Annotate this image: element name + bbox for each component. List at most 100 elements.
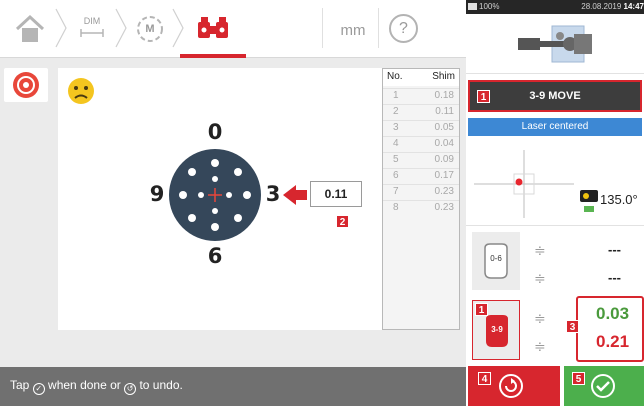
row-shim: 0.23 bbox=[434, 202, 454, 213]
row-shim: 0.09 bbox=[434, 154, 454, 165]
target-view-button[interactable] bbox=[4, 68, 48, 102]
vertical-view-tile: 0-6 bbox=[472, 232, 520, 290]
header-no: No. bbox=[387, 71, 403, 82]
sensor-angle: 135.0° bbox=[600, 192, 638, 207]
coupling-gap-icon: ≑ bbox=[534, 338, 546, 354]
shim-diagram-canvas: 0 6 9 3 0.11 2 bbox=[58, 68, 382, 330]
sensor-view: 135.0° bbox=[466, 140, 644, 226]
target-icon bbox=[13, 72, 39, 98]
row-number: 6 bbox=[393, 170, 399, 181]
table-row[interactable]: 3 0.05 bbox=[383, 120, 459, 135]
position-label-9: 9 bbox=[149, 182, 165, 206]
laser-status-banner: Laser centered bbox=[468, 118, 642, 136]
callout-badge-5: 5 bbox=[572, 372, 585, 385]
vertical-value-2: --- bbox=[608, 270, 621, 285]
table-row[interactable]: 2 0.11 bbox=[383, 104, 459, 119]
coupling-offset-icon: ≑ bbox=[534, 242, 546, 258]
row-shim: 0.23 bbox=[434, 186, 454, 197]
position-label-0: 0 bbox=[207, 120, 223, 144]
coupling-gap-icon: ≑ bbox=[534, 270, 546, 286]
position-label-3: 3 bbox=[265, 182, 281, 206]
battery-level: 100% bbox=[479, 2, 500, 11]
active-step-indicator bbox=[180, 54, 246, 58]
frown-face-icon bbox=[68, 78, 94, 104]
toolbar-divider bbox=[378, 8, 379, 48]
row-shim: 0.18 bbox=[434, 90, 454, 101]
vertical-value-1: --- bbox=[608, 242, 621, 257]
breadcrumb-separator bbox=[172, 8, 184, 48]
position-label-6: 6 bbox=[207, 244, 223, 268]
row-number: 8 bbox=[393, 202, 399, 213]
toolbar: DIM M mm ? bbox=[0, 0, 466, 58]
horizontal-view-tile: 3-9 1 bbox=[472, 300, 520, 360]
move-mode-label: 3-9 MOVE bbox=[529, 90, 581, 102]
sensor-panel: 100% 28.08.2019 14:47 1 3-9 MOVE Laser c… bbox=[466, 0, 644, 406]
row-shim: 0.17 bbox=[434, 170, 454, 181]
horizontal-label: 3-9 bbox=[491, 325, 503, 334]
callout-badge-1: 1 bbox=[475, 303, 488, 316]
dimensions-step[interactable]: DIM bbox=[74, 14, 110, 44]
machine-train-thumbnail[interactable] bbox=[466, 14, 644, 74]
table-row[interactable]: 5 0.09 bbox=[383, 152, 459, 167]
shim-table: No. Shim 1 0.18 2 0.11 3 0.05 4 0.04 5 0.09 6… bbox=[382, 68, 460, 330]
coupling-results-icon[interactable] bbox=[196, 16, 232, 42]
table-row[interactable]: 4 0.04 bbox=[383, 136, 459, 151]
instruction-tap: Tap bbox=[10, 378, 30, 392]
row-shim: 0.04 bbox=[434, 138, 454, 149]
callout-badge-4: 4 bbox=[478, 372, 491, 385]
row-number: 2 bbox=[393, 106, 399, 117]
coupling-offset-icon: ≑ bbox=[534, 310, 546, 326]
battery-icon bbox=[468, 3, 477, 10]
sensor-icon bbox=[580, 190, 598, 212]
table-row[interactable]: 6 0.17 bbox=[383, 168, 459, 183]
measure-label: M bbox=[145, 23, 155, 35]
undo-circle-icon: ↺ bbox=[124, 383, 137, 395]
measure-step[interactable]: M bbox=[134, 13, 166, 45]
table-row[interactable]: 7 0.23 bbox=[383, 184, 459, 199]
instruction-text: Tap ✓ when done or ↺ to undo. bbox=[10, 378, 183, 395]
home-icon[interactable] bbox=[14, 14, 46, 44]
dim-label: DIM bbox=[83, 16, 101, 26]
table-row[interactable]: 8 0.23 bbox=[383, 200, 459, 215]
callout-badge-3: 3 bbox=[566, 320, 579, 333]
shim-table-header: No. Shim bbox=[383, 69, 459, 86]
check-circle-icon: ✓ bbox=[32, 383, 45, 395]
bolt-circle-diagram bbox=[169, 149, 261, 241]
horizontal-value-offset: 0.03 bbox=[596, 304, 630, 323]
header-shim: Shim bbox=[432, 71, 455, 82]
instruction-bar: Tap ✓ when done or ↺ to undo. bbox=[0, 367, 466, 406]
done-button[interactable]: 5 bbox=[564, 366, 644, 406]
row-number: 7 bbox=[393, 186, 399, 197]
units-button[interactable]: mm bbox=[335, 22, 371, 39]
horizontal-value-gap: 0.21 bbox=[596, 332, 630, 351]
undo-button[interactable]: 4 bbox=[468, 366, 560, 406]
row-shim: 0.11 bbox=[435, 106, 454, 117]
move-mode-header[interactable]: 1 3-9 MOVE bbox=[468, 80, 642, 112]
machine-train-icon bbox=[518, 25, 592, 63]
arrow-left-icon bbox=[283, 185, 307, 205]
horizontal-values-box: 3 0.03 0.21 bbox=[566, 296, 644, 362]
row-number: 1 bbox=[393, 90, 399, 101]
device-status-strip: 100% 28.08.2019 14:47 bbox=[466, 0, 644, 14]
row-number: 4 bbox=[393, 138, 399, 149]
main-area: DIM M mm ? 0 6 9 3 0.11 2 No. Shim 1 0.1… bbox=[0, 0, 466, 406]
vertical-result-row[interactable]: 0-6 ≑ ≑ --- --- bbox=[466, 228, 644, 294]
table-row[interactable]: 1 0.18 bbox=[383, 88, 459, 103]
callout-badge-2: 2 bbox=[336, 215, 349, 228]
check-icon bbox=[591, 374, 615, 398]
breadcrumb-separator bbox=[55, 8, 67, 48]
row-shim: 0.05 bbox=[434, 122, 454, 133]
device-datetime: 28.08.2019 14:47 bbox=[581, 2, 644, 11]
breadcrumb-separator bbox=[115, 8, 127, 48]
help-button[interactable]: ? bbox=[389, 14, 418, 43]
laser-crosshair bbox=[474, 150, 574, 218]
undo-icon bbox=[499, 374, 523, 398]
row-number: 3 bbox=[393, 122, 399, 133]
vertical-label: 0-6 bbox=[490, 254, 502, 263]
toolbar-divider bbox=[322, 8, 323, 48]
device-time: 14:47 bbox=[623, 2, 644, 11]
shim-value-field[interactable]: 0.11 bbox=[310, 181, 362, 207]
row-number: 5 bbox=[393, 154, 399, 165]
device-date: 28.08.2019 bbox=[581, 2, 622, 11]
instruction-done: when done or bbox=[48, 378, 121, 392]
